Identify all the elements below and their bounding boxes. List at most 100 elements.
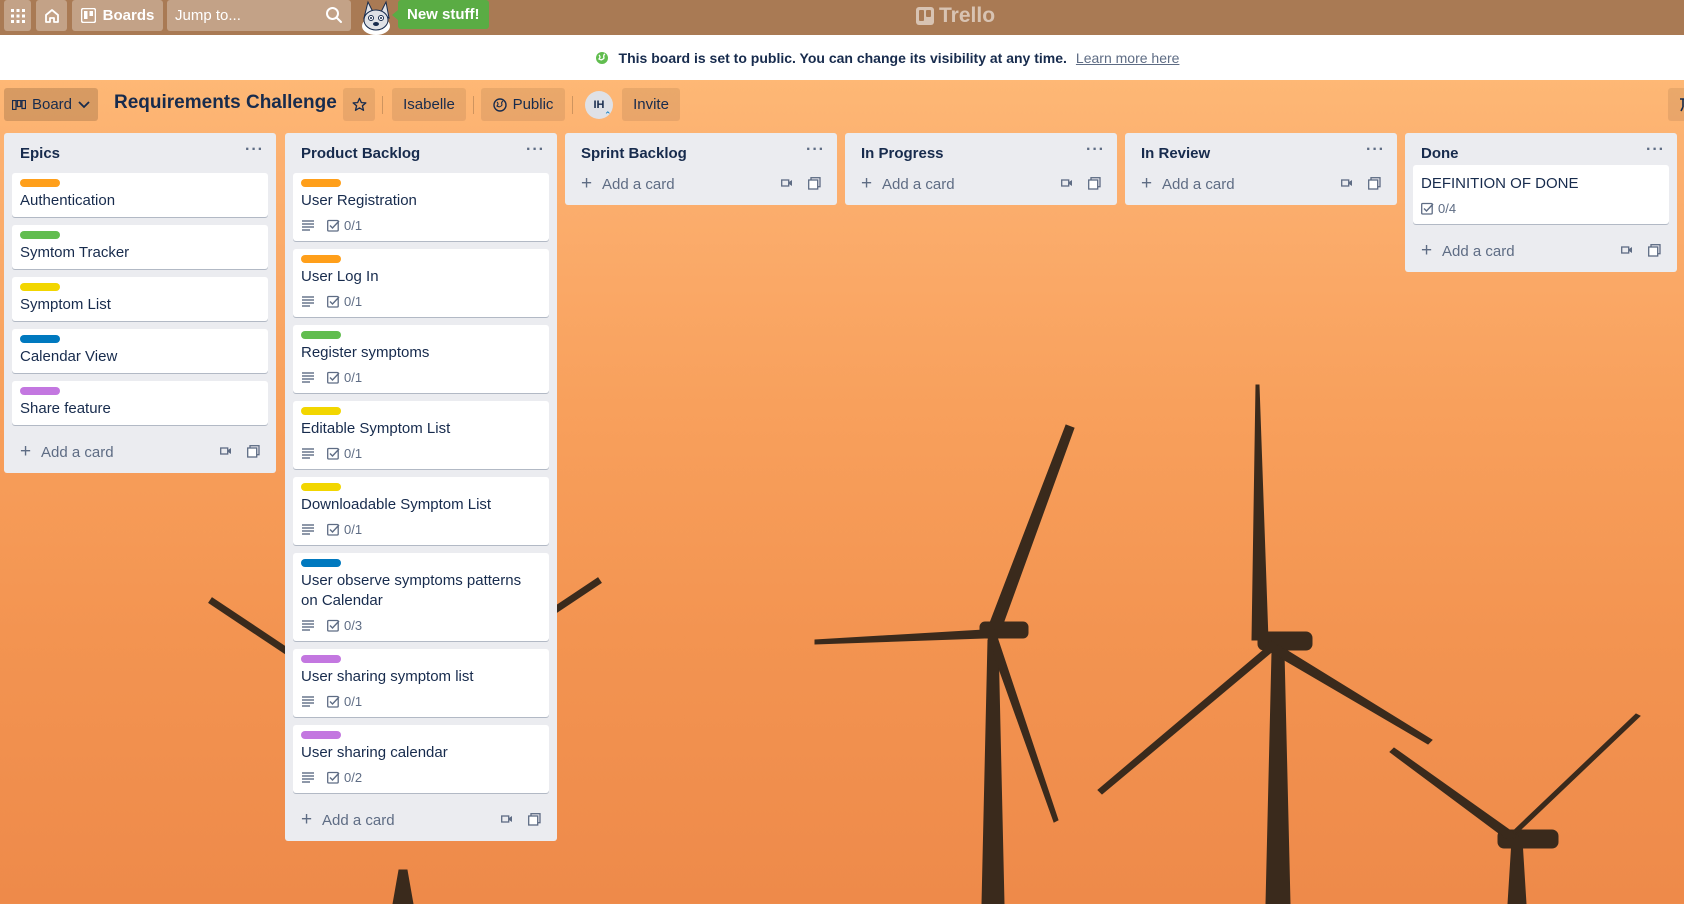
search-placeholder: Jump to...: [175, 7, 241, 24]
list-title[interactable]: Done: [1421, 145, 1459, 162]
new-stuff-button[interactable]: New stuff!: [392, 0, 489, 29]
card-label[interactable]: [301, 731, 341, 739]
card[interactable]: User Registration 0/1: [293, 173, 549, 241]
card-label[interactable]: [301, 483, 341, 491]
template-copy-icon[interactable]: [247, 445, 260, 458]
list-title[interactable]: In Progress: [861, 145, 944, 162]
list-title[interactable]: In Review: [1141, 145, 1210, 162]
card[interactable]: User sharing symptom list 0/1: [293, 649, 549, 717]
search-icon: [326, 7, 342, 23]
card[interactable]: Register symptoms 0/1: [293, 325, 549, 393]
card-label[interactable]: [301, 559, 341, 567]
card-label[interactable]: [20, 179, 60, 187]
add-card-button[interactable]: + Add a card: [1125, 165, 1397, 205]
card[interactable]: User sharing calendar 0/2: [293, 725, 549, 793]
card-label[interactable]: [20, 335, 60, 343]
card-title: User observe symptoms patterns on Calend…: [301, 572, 522, 609]
card-template-icon[interactable]: [1341, 178, 1353, 188]
card-label[interactable]: [20, 283, 60, 291]
grid-icon: [10, 8, 25, 23]
template-copy-icon[interactable]: [1088, 177, 1101, 190]
apps-button[interactable]: [4, 0, 31, 31]
add-card-label: Add a card: [1162, 176, 1235, 193]
trello-logo[interactable]: Trello: [916, 4, 995, 28]
description-icon: [302, 220, 314, 231]
board-title[interactable]: Requirements Challenge: [114, 92, 337, 114]
pin-icon: [1680, 97, 1684, 111]
add-card-button[interactable]: + Add a card: [285, 801, 557, 841]
add-card-button[interactable]: + Add a card: [1405, 232, 1677, 272]
star-board-button[interactable]: [343, 88, 375, 121]
plus-icon: +: [1141, 173, 1153, 194]
list-menu-icon[interactable]: ···: [526, 141, 545, 159]
show-menu-button[interactable]: [1668, 88, 1684, 121]
card-title: Authentication: [20, 192, 116, 209]
card[interactable]: Editable Symptom List 0/1: [293, 401, 549, 469]
card-template-icon[interactable]: [501, 814, 513, 824]
list-title[interactable]: Product Backlog: [301, 145, 420, 162]
visibility-label: Public: [512, 96, 554, 113]
card-label[interactable]: [301, 255, 341, 263]
card-template-icon[interactable]: [1061, 178, 1073, 188]
add-card-button[interactable]: + Add a card: [4, 433, 276, 473]
card-label[interactable]: [20, 387, 60, 395]
taco-mascot-icon[interactable]: [356, 0, 396, 35]
card-template-icon[interactable]: [781, 178, 793, 188]
boards-icon: [80, 8, 96, 23]
list-menu-icon[interactable]: ···: [1366, 141, 1385, 159]
checklist-badge: 0/1: [327, 522, 362, 537]
card-label[interactable]: [301, 655, 341, 663]
list-header[interactable]: Product Backlog ···: [285, 133, 557, 173]
card[interactable]: Symptom List: [12, 277, 268, 321]
board-view-switcher[interactable]: Board: [4, 88, 98, 121]
card-title: User Log In: [301, 268, 379, 285]
template-copy-icon[interactable]: [808, 177, 821, 190]
card-title: User sharing symptom list: [301, 668, 474, 685]
card[interactable]: Symtom Tracker: [12, 225, 268, 269]
home-icon: [44, 8, 59, 23]
invite-button[interactable]: Invite: [622, 88, 680, 121]
card[interactable]: User Log In 0/1: [293, 249, 549, 317]
checklist-icon: [327, 771, 340, 784]
card-title: Symptom List: [20, 296, 111, 313]
checklist-count: 0/1: [344, 445, 363, 461]
card[interactable]: User observe symptoms patterns on Calend…: [293, 553, 549, 641]
visibility-button[interactable]: Public: [481, 88, 565, 121]
checklist-count: 0/1: [344, 217, 363, 233]
card[interactable]: Downloadable Symptom List 0/1: [293, 477, 549, 545]
list-header[interactable]: Epics ···: [4, 133, 276, 173]
add-card-button[interactable]: + Add a card: [845, 165, 1117, 205]
jump-to-search[interactable]: Jump to...: [167, 0, 351, 31]
learn-more-link[interactable]: Learn more here: [1076, 50, 1180, 66]
template-copy-icon[interactable]: [1648, 244, 1661, 257]
home-button[interactable]: [36, 0, 67, 31]
boards-button[interactable]: Boards: [72, 0, 163, 31]
list-menu-icon[interactable]: ···: [806, 141, 825, 159]
add-card-button[interactable]: + Add a card: [565, 165, 837, 205]
personal-board-button[interactable]: Isabelle: [392, 88, 466, 121]
card-label[interactable]: [301, 179, 341, 187]
add-card-label: Add a card: [41, 444, 114, 461]
list-title[interactable]: Sprint Backlog: [581, 145, 687, 162]
card-badges: 0/1: [301, 691, 541, 711]
card[interactable]: DEFINITION OF DONE 0/4: [1413, 165, 1669, 224]
card-label[interactable]: [301, 407, 341, 415]
card-label[interactable]: [20, 231, 60, 239]
card[interactable]: Authentication: [12, 173, 268, 217]
list-menu-icon[interactable]: ···: [1086, 141, 1105, 159]
card-template-icon[interactable]: [1621, 245, 1633, 255]
card-badges: 0/1: [301, 367, 541, 387]
card[interactable]: Share feature: [12, 381, 268, 425]
card-title: User sharing calendar: [301, 744, 448, 761]
card[interactable]: Calendar View: [12, 329, 268, 373]
card-template-icon[interactable]: [220, 446, 232, 456]
checklist-badge: 0/2: [327, 770, 362, 785]
card-title: Symtom Tracker: [20, 244, 130, 261]
list-title[interactable]: Epics: [20, 145, 60, 162]
template-copy-icon[interactable]: [528, 813, 541, 826]
list-menu-icon[interactable]: ···: [1646, 141, 1665, 159]
template-copy-icon[interactable]: [1368, 177, 1381, 190]
checklist-icon: [327, 523, 340, 536]
card-label[interactable]: [301, 331, 341, 339]
list-menu-icon[interactable]: ···: [245, 141, 264, 159]
